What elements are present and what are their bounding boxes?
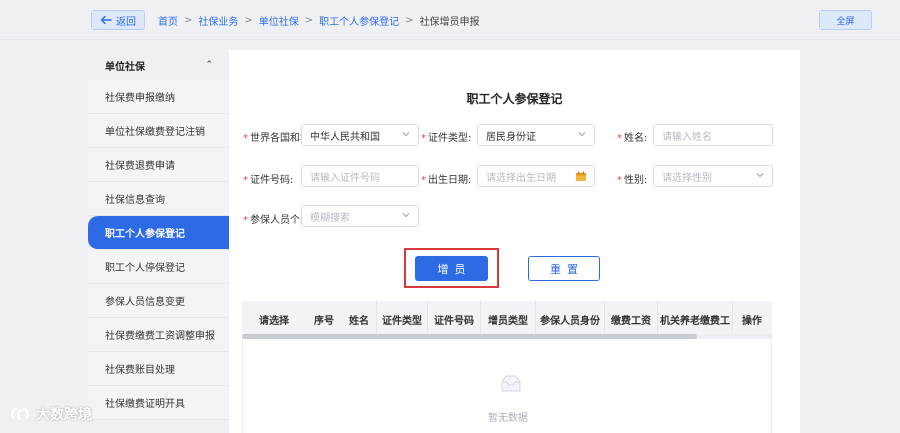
sidebar-section-header[interactable]: 单位社保 ⌃ (88, 50, 229, 80)
sidebar-item-info-query[interactable]: 社保信息查询 (88, 182, 229, 216)
sidebar-item-wage-adjust[interactable]: 社保费缴费工资调整申报 (88, 318, 229, 352)
arrow-left-icon (100, 15, 112, 25)
chevron-up-icon: ⌃ (205, 60, 213, 70)
id-type-select[interactable]: 居民身份证 (477, 124, 595, 146)
required-mark: * (617, 175, 622, 186)
country-value: 中华人民共和国 (310, 131, 380, 143)
calendar-icon (576, 171, 586, 181)
table-body: 暂无数据 (242, 339, 772, 433)
required-mark: * (421, 133, 426, 144)
birth-date-placeholder: 请选择出生日期 (486, 172, 556, 184)
back-label: 返回 (116, 16, 136, 28)
column-header-pension-wage: 机关养老缴费工 (660, 315, 730, 327)
id-type-label: * 证件类型: (421, 133, 472, 144)
column-header-select: 请选择 (259, 315, 289, 327)
breadcrumb-current: 社保增员申报 (419, 17, 480, 28)
sidebar-item-refund[interactable]: 社保费退费申请 (88, 148, 229, 182)
id-number-input[interactable]: 请输入证件号码 (301, 165, 419, 187)
name-input[interactable]: 请输入姓名 (653, 124, 773, 146)
column-header-identity: 参保人员身份 (540, 315, 600, 327)
empty-state-text: 暂无数据 (488, 413, 528, 424)
sidebar: 单位社保 ⌃ 社保费申报缴纳 单位社保缴费登记注销 社保费退费申请 社保信息查询… (88, 50, 229, 433)
required-mark: * (617, 133, 622, 144)
column-header-id-number: 证件号码 (434, 315, 474, 327)
reset-button[interactable]: 重置 (528, 256, 600, 281)
breadcrumb-separator: > (244, 15, 253, 26)
name-label: * 姓名: (617, 133, 648, 144)
breadcrumb-social-business[interactable]: 社保业务 (198, 13, 238, 28)
add-member-button[interactable]: 增员 (415, 256, 488, 281)
table-header: 请选择 序号 姓名 证件类型 证件号码 增员类型 参保人员身份 缴费工资 机关养… (242, 301, 772, 337)
watermark-logo-icon (11, 408, 29, 420)
id-type-value: 居民身份证 (486, 131, 536, 143)
id-number-label: * 证件号码: (243, 175, 294, 186)
back-button[interactable]: 返回 (91, 10, 145, 30)
chevron-down-icon (402, 213, 410, 218)
sidebar-item-info-change[interactable]: 参保人员信息变更 (88, 284, 229, 318)
required-mark: * (243, 133, 248, 144)
sidebar-item-stop-enroll[interactable]: 职工个人停保登记 (88, 250, 229, 284)
chevron-down-icon (756, 173, 764, 178)
fullscreen-button[interactable]: 全屏 (819, 10, 872, 30)
chevron-down-icon (402, 132, 410, 137)
top-bar: 返回 首页 > 社保业务 > 单位社保 > 职工个人参保登记 > 社保增员申报 … (0, 0, 900, 40)
watermark: 大数跨境 (10, 404, 92, 424)
watermark-text: 大数跨境 (36, 407, 92, 423)
column-header-name: 姓名 (349, 315, 369, 327)
person-type-select[interactable]: 模糊搜索 (301, 205, 419, 227)
sidebar-item-certificate[interactable]: 社保缴费证明开具 (88, 386, 229, 420)
breadcrumb-separator: > (304, 15, 314, 26)
breadcrumb: 首页 > 社保业务 > 单位社保 > 职工个人参保登记 > 社保增员申报 (158, 13, 480, 28)
birth-date-picker[interactable]: 请选择出生日期 (477, 165, 595, 187)
sidebar-item-registration-cancel[interactable]: 单位社保缴费登记注销 (88, 114, 229, 148)
chevron-down-icon (578, 132, 586, 137)
form-title: 职工个人参保登记 (466, 92, 563, 106)
gender-select[interactable]: 请选择性别 (653, 165, 773, 187)
sidebar-item-fee-payment[interactable]: 社保费申报缴纳 (88, 80, 229, 114)
column-header-index: 序号 (314, 315, 334, 327)
person-type-placeholder: 模糊搜索 (310, 212, 350, 224)
person-type-label: * 参保人员个人 (243, 215, 307, 226)
country-label: * 世界各国和地 (243, 133, 307, 144)
country-select[interactable]: 中华人民共和国 (301, 124, 419, 146)
sidebar-item-accounts[interactable]: 社保费账目处理 (88, 352, 229, 386)
breadcrumb-unit-social[interactable]: 单位社保 (259, 13, 299, 28)
sidebar-section-title: 单位社保 (105, 61, 145, 73)
column-header-action: 操作 (742, 315, 762, 327)
column-header-add-type: 增员类型 (488, 315, 528, 327)
gender-placeholder: 请选择性别 (662, 172, 712, 184)
birth-date-label: * 出生日期: (421, 175, 472, 186)
main-panel: 职工个人参保登记 * 世界各国和地 中华人民共和国 * 证件类型: 居民身份证 * 姓… (229, 50, 800, 433)
gender-label: * 性别: (617, 175, 648, 186)
empty-inbox-icon (501, 375, 521, 392)
breadcrumb-separator: > (405, 15, 414, 26)
breadcrumb-registration[interactable]: 职工个人参保登记 (319, 13, 399, 28)
sidebar-item-enroll[interactable]: 职工个人参保登记 (88, 216, 229, 250)
column-header-id-type: 证件类型 (382, 315, 422, 327)
breadcrumb-home[interactable]: 首页 (158, 13, 178, 28)
column-header-wage: 缴费工资 (611, 315, 651, 327)
required-mark: * (421, 175, 426, 186)
required-mark: * (243, 175, 248, 186)
breadcrumb-separator: > (184, 15, 193, 26)
required-mark: * (243, 215, 248, 226)
